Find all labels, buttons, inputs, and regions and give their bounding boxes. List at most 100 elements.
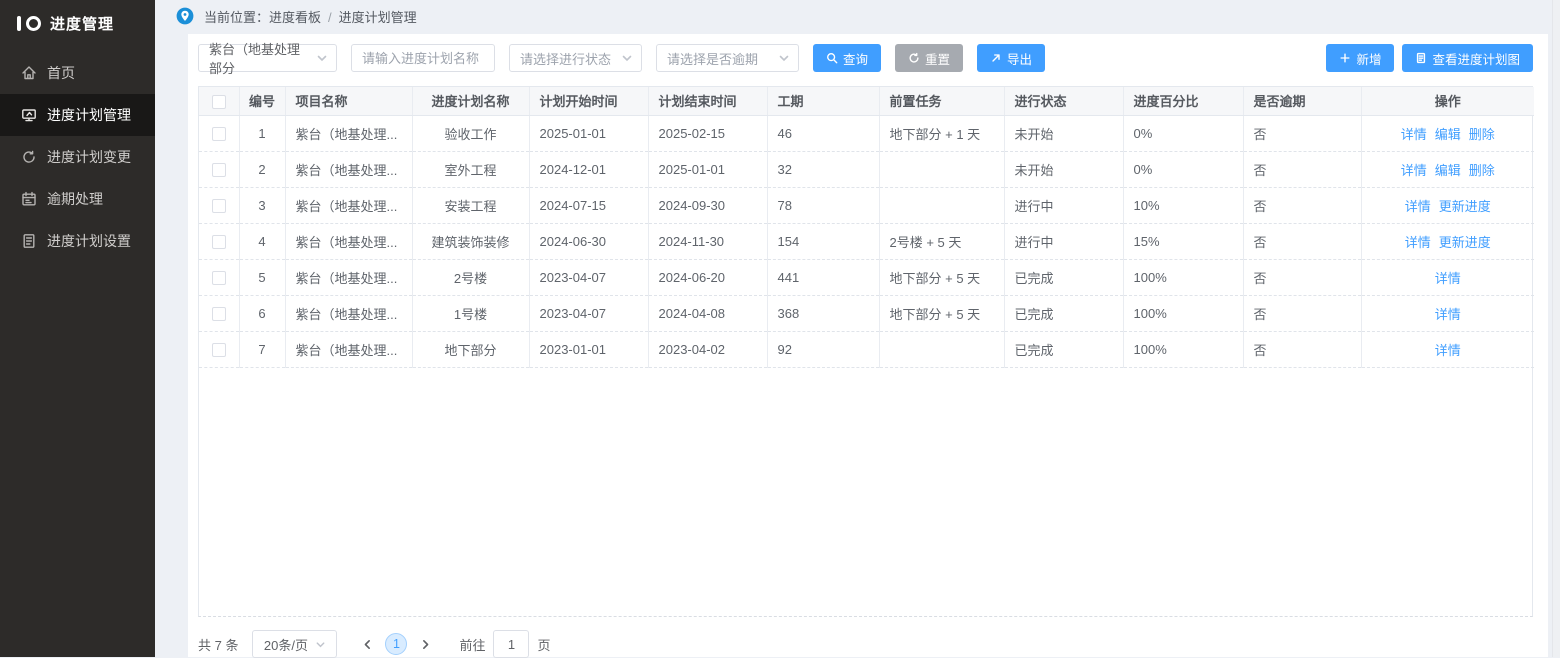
cell-num: 2 [239,151,285,187]
project-select[interactable]: 紫台（地基处理部分 [198,44,337,72]
cell-num: 6 [239,295,285,331]
goto-suffix: 页 [537,635,550,654]
chevron-down-icon [316,52,328,64]
cell-status: 未开始 [1004,115,1123,151]
chevron-down-icon [778,52,790,64]
sidebar-item-plan-settings[interactable]: 进度计划设置 [0,220,155,262]
col-plan: 进度计划名称 [412,87,529,115]
detail-link[interactable]: 详情 [1405,199,1431,214]
detail-link[interactable]: 详情 [1401,127,1427,142]
col-percent: 进度百分比 [1123,87,1243,115]
sidebar-item-label: 进度计划变更 [47,147,131,167]
breadcrumb-link-dashboard[interactable]: 进度看板 [269,10,321,25]
cell-duration: 32 [767,151,879,187]
cell-overdue: 否 [1243,331,1361,367]
reset-button-label: 重置 [925,49,950,68]
row-checkbox[interactable] [212,271,226,285]
view-plan-chart-button[interactable]: 查看进度计划图 [1402,44,1533,72]
overdue-select[interactable]: 请选择是否逾期 [656,44,799,72]
row-checkbox[interactable] [212,127,226,141]
detail-link[interactable]: 详情 [1435,271,1461,286]
plan-name-input[interactable] [362,51,486,66]
row-checkbox[interactable] [212,307,226,321]
delete-link[interactable]: 删除 [1469,127,1495,142]
cell-plan: 建筑装饰装修 [412,223,529,259]
page-scrollbar[interactable] [1552,0,1560,657]
pagination-total: 共 7 条 [198,635,238,654]
update-progress-link[interactable]: 更新进度 [1439,235,1491,250]
home-icon [21,65,37,81]
breadcrumb-bar: 当前位置：进度看板/进度计划管理 [155,0,1560,32]
edit-link[interactable]: 编辑 [1435,163,1461,178]
cell-end: 2024-06-20 [648,259,767,295]
cell-pretask: 地下部分 + 5 天 [879,295,1004,331]
cell-plan: 验收工作 [412,115,529,151]
detail-link[interactable]: 详情 [1435,343,1461,358]
cell-project: 紫台（地基处理... [285,115,412,151]
cell-pretask: 2号楼 + 5 天 [879,223,1004,259]
cell-percent: 100% [1123,295,1243,331]
filter-toolbar: 紫台（地基处理部分 请选择进行状态 请选择是否逾期 查询 重置 导出 [198,44,1533,72]
breadcrumb-prefix: 当前位置： [204,10,269,25]
search-button[interactable]: 查询 [813,44,881,72]
cell-duration: 368 [767,295,879,331]
table-row: 7 紫台（地基处理... 地下部分 2023-01-01 2023-04-02 … [199,331,1534,367]
plan-manage-icon [21,107,37,123]
cell-project: 紫台（地基处理... [285,259,412,295]
cell-overdue: 否 [1243,223,1361,259]
cell-percent: 0% [1123,151,1243,187]
cell-start: 2023-01-01 [529,331,648,367]
row-checkbox[interactable] [212,163,226,177]
view-plan-chart-label: 查看进度计划图 [1432,49,1520,68]
plan-name-input-wrap [351,44,495,72]
sidebar-item-overdue[interactable]: 逾期处理 [0,178,155,220]
cell-project: 紫台（地基处理... [285,187,412,223]
cell-end: 2025-02-15 [648,115,767,151]
col-pretask: 前置任务 [879,87,1004,115]
export-button[interactable]: 导出 [977,44,1045,72]
sidebar-menu: 首页 进度计划管理 进度计划变更 逾期处理 进度计划设置 [0,52,155,262]
prev-page-button[interactable] [355,630,379,658]
cell-start: 2024-07-15 [529,187,648,223]
cell-project: 紫台（地基处理... [285,331,412,367]
sidebar-item-plan-change[interactable]: 进度计划变更 [0,136,155,178]
page-size-select[interactable]: 20条/页 [252,630,337,658]
col-status: 进行状态 [1004,87,1123,115]
col-end: 计划结束时间 [648,87,767,115]
sidebar-item-plan-manage[interactable]: 进度计划管理 [0,94,155,136]
cell-start: 2024-12-01 [529,151,648,187]
row-checkbox[interactable] [212,343,226,357]
overdue-select-placeholder: 请选择是否逾期 [667,49,758,68]
export-arrow-icon [990,52,1002,64]
row-checkbox[interactable] [212,235,226,249]
page-number-1[interactable]: 1 [385,633,407,655]
col-operation: 操作 [1361,87,1534,115]
cell-percent: 0% [1123,115,1243,151]
status-select[interactable]: 请选择进行状态 [509,44,642,72]
cell-status: 已完成 [1004,259,1123,295]
next-page-button[interactable] [413,630,437,658]
row-checkbox[interactable] [212,199,226,213]
page-size-value: 20条/页 [264,635,308,654]
status-select-placeholder: 请选择进行状态 [520,49,611,68]
edit-link[interactable]: 编辑 [1435,127,1461,142]
sidebar-item-home[interactable]: 首页 [0,52,155,94]
detail-link[interactable]: 详情 [1435,307,1461,322]
update-progress-link[interactable]: 更新进度 [1439,199,1491,214]
select-all-checkbox[interactable] [212,95,226,109]
reset-button[interactable]: 重置 [895,44,963,72]
breadcrumb: 当前位置：进度看板/进度计划管理 [204,7,417,26]
logo-circle-icon [26,16,41,31]
detail-link[interactable]: 详情 [1401,163,1427,178]
delete-link[interactable]: 删除 [1469,163,1495,178]
cell-plan: 安装工程 [412,187,529,223]
table-row: 3 紫台（地基处理... 安装工程 2024-07-15 2024-09-30 … [199,187,1534,223]
cell-duration: 46 [767,115,879,151]
detail-link[interactable]: 详情 [1405,235,1431,250]
goto-page-input[interactable] [493,630,529,658]
overdue-icon [21,191,37,207]
table-row: 5 紫台（地基处理... 2号楼 2023-04-07 2024-06-20 4… [199,259,1534,295]
chevron-down-icon [621,52,633,64]
chevron-left-icon [362,639,373,650]
add-button[interactable]: 新增 [1326,44,1394,72]
